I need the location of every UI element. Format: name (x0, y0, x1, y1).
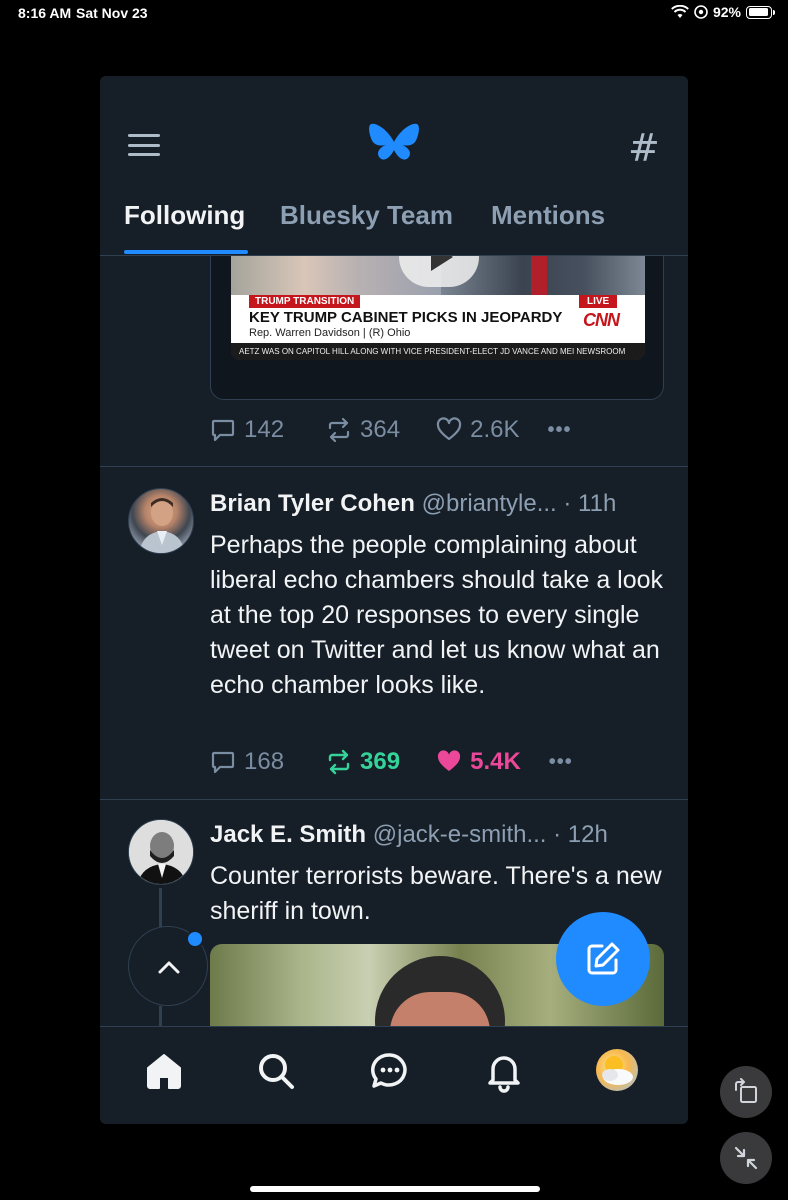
like-button[interactable]: 5.4K (436, 748, 521, 776)
battery-fill (748, 8, 768, 16)
reply-icon (211, 419, 235, 442)
profile-avatar[interactable] (596, 1049, 638, 1091)
bottom-navigation (100, 1026, 688, 1124)
repost-button[interactable]: 364 (326, 416, 400, 444)
repost-icon (328, 749, 350, 775)
search-icon[interactable] (254, 1049, 298, 1093)
new-posts-dot (186, 930, 204, 948)
author-handle[interactable]: @jack-e-smith... (373, 821, 547, 848)
news-headline: KEY TRUMP CABINET PICKS IN JEOPARDY (249, 309, 563, 326)
butterfly-logo-icon[interactable] (368, 120, 420, 168)
thread-line (159, 888, 162, 928)
bluesky-app-window: # Following Bluesky Team Mentions TRUMP … (100, 76, 688, 1124)
post-time: · 11h (563, 490, 617, 517)
status-time: 8:16 AM (18, 5, 72, 21)
hamburger-icon[interactable] (128, 134, 160, 156)
reply-button[interactable]: 168 (210, 748, 284, 776)
collapse-window-button[interactable] (720, 1132, 772, 1184)
news-ticker: AETZ WAS ON CAPITOL HILL ALONG WITH VICE… (231, 343, 645, 360)
tab-mentions[interactable]: Mentions (491, 200, 605, 231)
video-embed[interactable]: TRUMP TRANSITION LIVE KEY TRUMP CABINET … (210, 256, 664, 400)
top-bar: # Following Bluesky Team Mentions (100, 76, 688, 256)
author-name[interactable]: Jack E. Smith (210, 821, 366, 848)
active-tab-indicator (124, 250, 248, 254)
status-date: Sat Nov 23 (76, 5, 148, 21)
battery-icon (746, 5, 775, 19)
repost-button[interactable]: 369 (326, 748, 400, 776)
post-actions: 168 369 5.4K ••• (210, 748, 573, 776)
like-count: 5.4K (470, 748, 521, 775)
cnn-logo: CNN (583, 310, 620, 330)
news-tag: TRUMP TRANSITION (249, 295, 361, 308)
heart-filled-icon (438, 750, 461, 771)
post-text: Perhaps the people complaining about lib… (210, 531, 664, 699)
status-right: 92% (671, 4, 775, 20)
author-name[interactable]: Brian Tyler Cohen (210, 490, 415, 517)
repost-count: 364 (360, 416, 401, 443)
feed[interactable]: TRUMP TRANSITION LIVE KEY TRUMP CABINET … (100, 256, 688, 1026)
more-options-icon[interactable]: ••• (547, 419, 571, 442)
post-header: Brian Tyler Cohen @briantyle... · 11h (210, 490, 616, 518)
rotate-window-button[interactable] (720, 1066, 772, 1118)
post-card[interactable]: Brian Tyler Cohen @briantyle... · 11h Pe… (100, 466, 688, 799)
compose-icon (587, 942, 620, 975)
avatar[interactable] (128, 488, 194, 554)
reply-count: 168 (244, 748, 285, 775)
reply-count: 142 (244, 416, 285, 443)
location-lock-icon (694, 5, 708, 19)
wifi-icon (671, 5, 689, 18)
heart-icon (436, 417, 462, 441)
reply-icon (211, 751, 235, 774)
battery-percent: 92% (712, 4, 741, 20)
status-bar: 8:16 AM Sat Nov 23 92% (0, 0, 788, 26)
chevron-up-icon (158, 961, 180, 974)
rotate-icon (735, 1078, 757, 1103)
like-button[interactable]: 2.6K (436, 416, 519, 444)
avatar[interactable] (128, 819, 194, 885)
feed-tabs: Following Bluesky Team Mentions (100, 194, 688, 256)
live-badge: LIVE (579, 295, 618, 308)
post-actions: 142 364 2.6K ••• (210, 416, 571, 444)
repost-count: 369 (360, 748, 401, 775)
like-count: 2.6K (470, 416, 520, 443)
author-handle[interactable]: @briantyle... (422, 490, 557, 517)
bell-icon[interactable] (482, 1049, 526, 1093)
news-subline: Rep. Warren Davidson | (R) Ohio (249, 327, 411, 339)
home-icon[interactable] (142, 1049, 186, 1093)
repost-icon (328, 417, 350, 443)
hash-icon[interactable]: # (628, 126, 660, 170)
more-options-icon[interactable]: ••• (549, 751, 573, 774)
tab-bluesky-team[interactable]: Bluesky Team (280, 200, 453, 231)
post-header: Jack E. Smith @jack-e-smith... · 12h (210, 821, 608, 849)
compose-button[interactable] (556, 912, 650, 1006)
home-indicator[interactable] (250, 1186, 540, 1192)
collapse-icon (734, 1146, 758, 1170)
reply-button[interactable]: 142 (210, 416, 284, 444)
chat-icon[interactable] (368, 1049, 412, 1093)
post-time: · 12h (553, 821, 608, 848)
video-thumbnail[interactable]: TRUMP TRANSITION LIVE KEY TRUMP CABINET … (231, 256, 645, 360)
thread-line (159, 1006, 162, 1026)
tab-following[interactable]: Following (124, 200, 245, 231)
